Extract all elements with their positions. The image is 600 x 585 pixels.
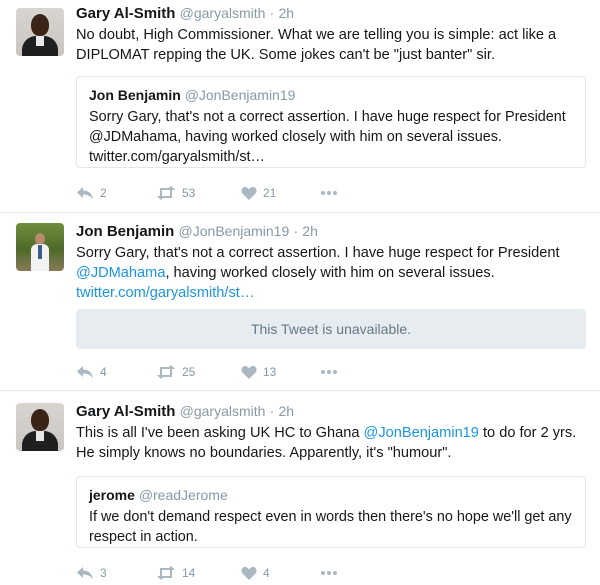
reply-count: 4 <box>100 365 107 379</box>
unavailable-tweet-notice: This Tweet is unavailable. <box>76 309 586 349</box>
timestamp[interactable]: 2h <box>302 223 318 239</box>
more-button[interactable] <box>320 563 338 583</box>
tweet-actions: 4 25 13 <box>76 362 376 382</box>
tweet-text-line2: , having worked closely with him on seve… <box>165 265 495 281</box>
author-name[interactable]: Gary Al-Smith <box>76 403 175 420</box>
avatar[interactable] <box>16 223 64 271</box>
author-handle[interactable]: @garyalsmith <box>180 5 266 21</box>
tweet-header: Jon Benjamin @JonBenjamin19 · 2h <box>76 223 318 240</box>
like-button[interactable]: 21 <box>241 183 276 203</box>
separator: · <box>269 5 275 21</box>
reply-button[interactable]: 2 <box>76 183 107 203</box>
quoted-header: jerome @readJerome <box>89 487 573 503</box>
author-name[interactable]: Jon Benjamin <box>76 223 174 240</box>
retweet-count: 25 <box>182 365 196 379</box>
author-handle[interactable]: @JonBenjamin19 <box>179 223 290 239</box>
like-icon <box>241 187 257 200</box>
quoted-author-handle: @JonBenjamin19 <box>184 87 296 103</box>
more-icon <box>321 571 337 575</box>
retweet-count: 14 <box>182 566 196 580</box>
timestamp[interactable]: 2h <box>278 403 294 419</box>
retweet-count: 53 <box>182 186 196 200</box>
reply-button[interactable]: 4 <box>76 362 107 382</box>
quoted-tweet[interactable]: jerome @readJerome If we don't demand re… <box>76 476 586 548</box>
mention-link[interactable]: @JDMahama <box>76 265 165 281</box>
retweet-button[interactable]: 14 <box>156 563 195 583</box>
avatar[interactable] <box>16 8 64 56</box>
reply-icon <box>77 567 93 579</box>
more-button[interactable] <box>320 362 338 382</box>
quoted-text: Sorry Gary, that's not a correct asserti… <box>89 109 566 165</box>
tweet-header: Gary Al-Smith @garyalsmith · 2h <box>76 403 294 420</box>
like-count: 21 <box>263 186 277 200</box>
reply-icon <box>77 366 93 378</box>
quoted-author-handle: @readJerome <box>138 487 228 503</box>
reply-count: 2 <box>100 186 107 200</box>
tweet-header: Gary Al-Smith @garyalsmith · 2h <box>76 5 294 22</box>
like-icon <box>241 567 257 580</box>
retweet-icon <box>157 186 175 200</box>
tweet-3[interactable]: Gary Al-Smith @garyalsmith · 2h This is … <box>0 391 600 585</box>
quoted-author-name: Jon Benjamin <box>89 87 181 103</box>
like-icon <box>241 366 257 379</box>
quoted-tweet[interactable]: Jon Benjamin @JonBenjamin19 Sorry Gary, … <box>76 76 586 168</box>
author-name[interactable]: Gary Al-Smith <box>76 5 175 22</box>
separator: · <box>269 403 275 419</box>
reply-button[interactable]: 3 <box>76 563 107 583</box>
tweet-text: No doubt, High Commissioner. What we are… <box>76 27 557 63</box>
mention-link[interactable]: @JonBenjamin19 <box>364 425 479 441</box>
tweet-actions: 2 53 21 <box>76 183 376 203</box>
tweet-text: Sorry Gary, that's not a correct asserti… <box>76 243 586 303</box>
tweet-2[interactable]: Jon Benjamin @JonBenjamin19 · 2h Sorry G… <box>0 213 600 390</box>
more-icon <box>321 370 337 374</box>
like-count: 13 <box>263 365 277 379</box>
tweet-text-pre: This is all I've been asking UK HC to Gh… <box>76 425 364 441</box>
retweet-icon <box>157 365 175 379</box>
like-count: 4 <box>263 566 270 580</box>
quoted-author-name: jerome <box>89 487 135 503</box>
retweet-button[interactable]: 25 <box>156 362 195 382</box>
author-handle[interactable]: @garyalsmith <box>180 403 266 419</box>
timestamp[interactable]: 2h <box>278 5 294 21</box>
quoted-header: Jon Benjamin @JonBenjamin19 <box>89 87 573 103</box>
avatar[interactable] <box>16 403 64 451</box>
like-button[interactable]: 4 <box>241 563 270 583</box>
more-icon <box>321 191 337 195</box>
separator: · <box>293 223 299 239</box>
quoted-text: If we don't demand respect even in words… <box>89 509 572 545</box>
tweet-actions: 3 14 4 <box>76 563 376 583</box>
tweet-url-link[interactable]: twitter.com/garyalsmith/st… <box>76 285 254 301</box>
reply-icon <box>77 187 93 199</box>
retweet-button[interactable]: 53 <box>156 183 195 203</box>
reply-count: 3 <box>100 566 107 580</box>
like-button[interactable]: 13 <box>241 362 276 382</box>
tweet-1[interactable]: Gary Al-Smith @garyalsmith · 2h No doubt… <box>0 0 600 212</box>
more-button[interactable] <box>320 183 338 203</box>
tweet-text-line1: Sorry Gary, that's not a correct asserti… <box>76 245 560 261</box>
tweet-text: This is all I've been asking UK HC to Gh… <box>76 423 586 463</box>
retweet-icon <box>157 566 175 580</box>
